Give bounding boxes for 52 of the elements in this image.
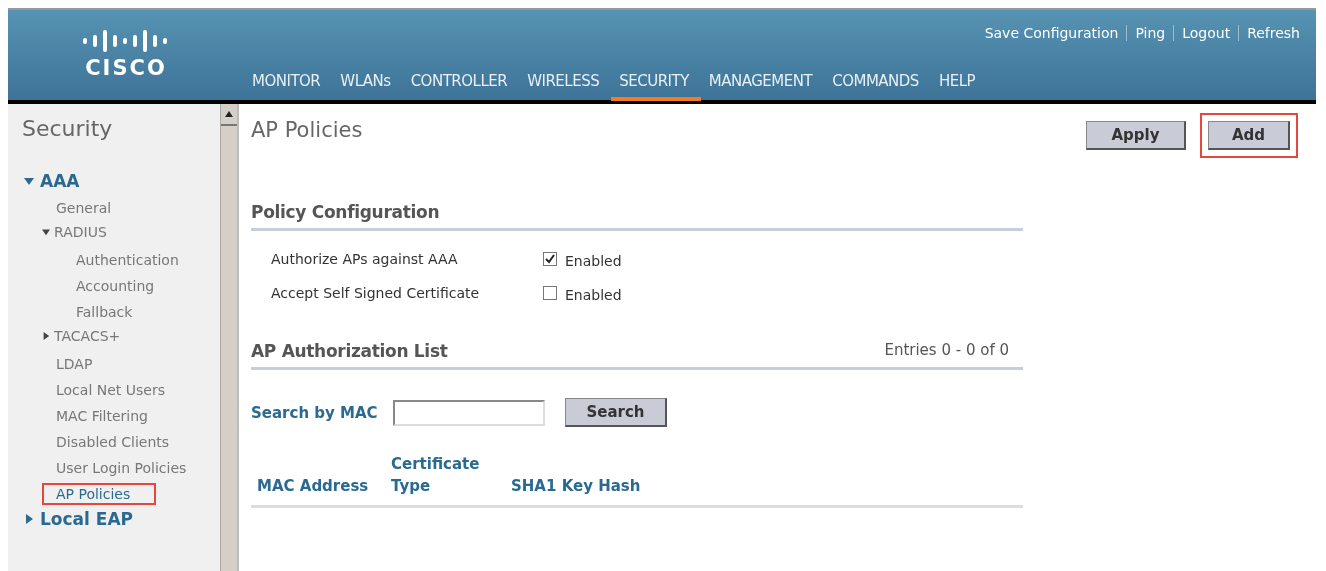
header-link[interactable]: Save Configuration — [984, 25, 1119, 41]
scrollbar[interactable] — [220, 104, 237, 571]
action-button[interactable]: Apply — [1086, 121, 1186, 150]
nav-tab[interactable]: SECURITY — [611, 64, 701, 101]
nav-tab[interactable]: CONTROLLER — [402, 64, 520, 101]
column-header: MAC Address — [257, 476, 369, 497]
sidebar-folder[interactable]: RADIUS — [42, 223, 220, 241]
sidebar-section[interactable]: AAA — [24, 171, 220, 191]
column-header: SHA1 Key Hash — [511, 476, 641, 497]
sidebar-item[interactable]: Authentication — [74, 249, 201, 271]
nav-tab[interactable]: HELP — [930, 64, 988, 101]
nav-tab[interactable]: COMMANDS — [824, 64, 931, 101]
column-header: Certificate Type — [391, 454, 480, 497]
checkbox-label: Enabled — [565, 287, 622, 303]
search-field[interactable] — [393, 399, 545, 426]
logo-text: CISCO — [85, 56, 167, 80]
field-label: Accept Self Signed Certificate — [271, 285, 481, 301]
sidebar-item[interactable]: Accounting — [74, 275, 177, 297]
sidebar-section[interactable]: Local EAP — [24, 509, 220, 529]
sidebar-title: Security — [22, 116, 114, 141]
checkbox-label: Enabled — [565, 253, 622, 269]
sidebar-item[interactable]: Fallback — [74, 301, 155, 323]
nav-tab[interactable]: MANAGEMENT — [700, 64, 825, 101]
sidebar-item[interactable]: AP Policies — [42, 483, 157, 505]
entries-count: Entries 0 - 0 of 0 — [884, 341, 1009, 359]
scroll-up-icon[interactable] — [225, 111, 233, 117]
sidebar-item[interactable]: General — [54, 197, 134, 219]
nav-tab[interactable]: WLANs — [332, 64, 403, 101]
checkbox[interactable] — [543, 252, 557, 266]
expanded-arrow-icon — [24, 176, 34, 186]
search-button[interactable]: Search — [565, 398, 667, 427]
header-link[interactable]: Ping — [1135, 25, 1166, 41]
sidebar-folder[interactable]: TACACS+ — [42, 327, 220, 345]
sidebar-item[interactable]: Disabled Clients — [54, 431, 192, 453]
header-link[interactable]: Logout — [1182, 25, 1231, 41]
field-label: Authorize APs against AAA — [271, 251, 459, 267]
sidebar-item[interactable]: User Login Policies — [54, 457, 209, 479]
expanded-arrow-icon — [42, 228, 50, 236]
sidebar-item[interactable]: LDAP — [54, 353, 115, 375]
page-title: AP Policies — [251, 118, 363, 142]
nav-tab[interactable]: WIRELESS — [519, 64, 612, 101]
checkbox[interactable] — [543, 286, 557, 300]
section-title: Policy Configuration — [251, 202, 440, 222]
sidebar-item[interactable]: MAC Filtering — [54, 405, 170, 427]
action-button[interactable]: Add — [1208, 121, 1290, 150]
nav-tab[interactable]: MONITOR — [244, 64, 333, 101]
sidebar-item[interactable]: Local Net Users — [54, 379, 187, 401]
collapsed-arrow-icon — [24, 514, 34, 524]
header-link[interactable]: Refresh — [1247, 25, 1300, 41]
section-title: AP Authorization List — [251, 341, 448, 361]
collapsed-arrow-icon — [42, 332, 50, 340]
search-label: Search by MAC — [251, 403, 379, 422]
